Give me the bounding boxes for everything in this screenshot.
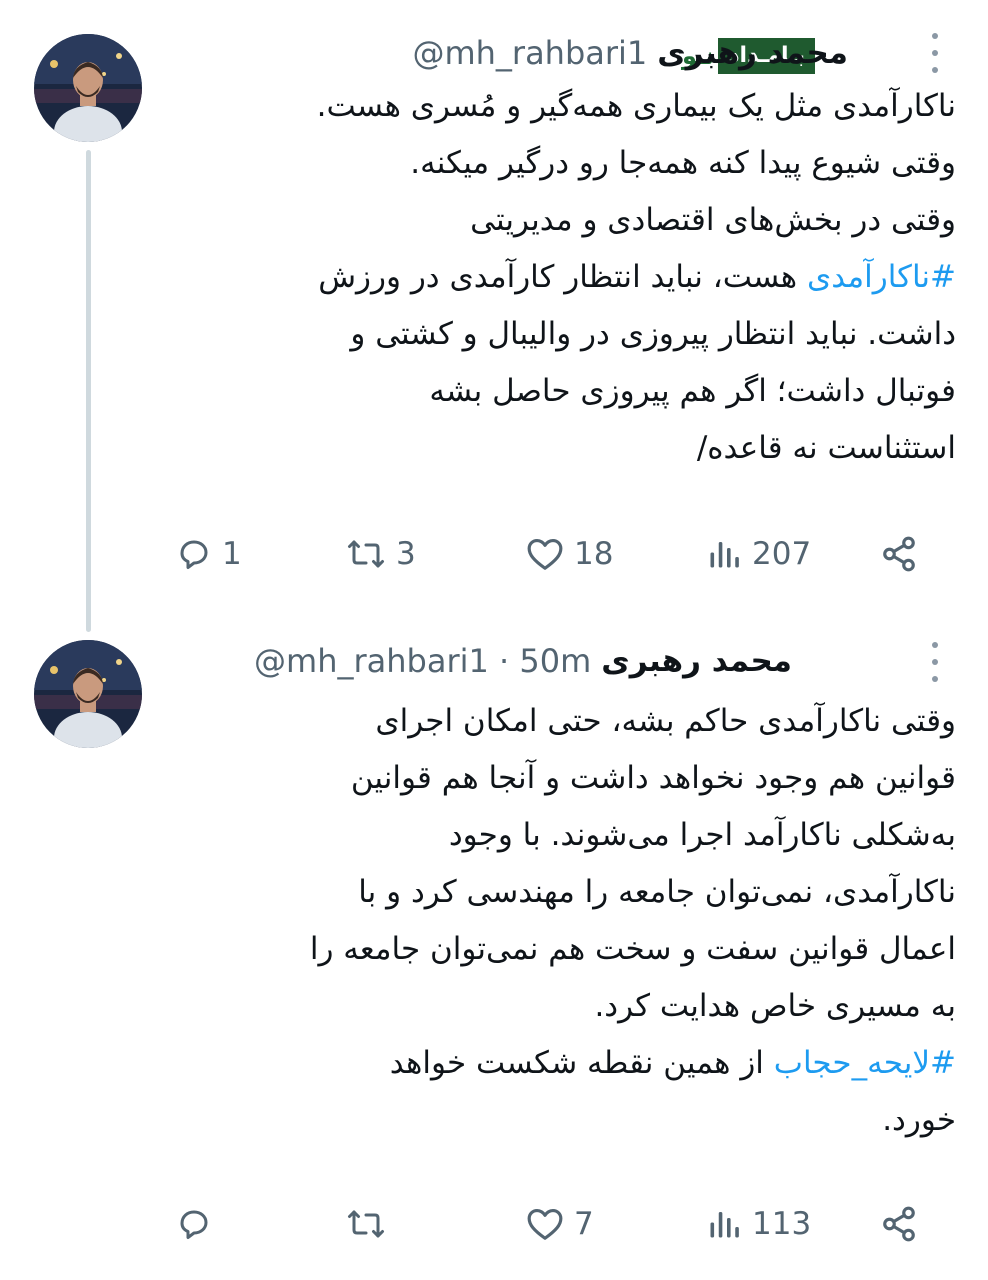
tweet-line: ناکارآمدی، نمی‌توان جامعه را مهندسی کرد … (358, 874, 956, 910)
tweet-line-with-hashtag: #لایحه_حجاب از همین نقطه شکست خواهد (168, 1035, 956, 1092)
more-icon[interactable] (926, 33, 944, 73)
reply-icon (180, 1210, 208, 1239)
views-count: 113 (752, 1206, 812, 1242)
like-count: 18 (574, 536, 614, 572)
avatar[interactable] (34, 640, 142, 748)
tweet-actions: 7 113 (172, 1194, 932, 1254)
hashtag-link[interactable]: #لایحه_حجاب (774, 1045, 956, 1081)
retweet-icon (348, 1210, 384, 1238)
tweet-actions: 1 3 18 207 (172, 524, 932, 584)
tweet-line-rest: هست، نباید انتظار کارآمدی در ورزش (318, 259, 808, 295)
views-icon (710, 542, 739, 568)
tweet-line-rest: از همین نقطه شکست خواهد (389, 1045, 774, 1081)
author-handle-and-time[interactable]: @mh_rahbari1 · 50m (254, 642, 591, 680)
like-count: 7 (574, 1206, 594, 1242)
author-name[interactable]: محمد رهبری (601, 643, 792, 679)
avatar[interactable] (34, 34, 142, 142)
more-icon[interactable] (926, 642, 944, 682)
reply-button[interactable]: 1 (176, 524, 242, 584)
views-count: 207 (752, 536, 812, 572)
tweet-line: قوانین هم وجود نخواهد داشت و آنجا هم قوا… (350, 760, 956, 796)
tweet-line: وقتی شیوع پیدا کنه همه‌جا رو درگیر میکنه… (410, 145, 956, 181)
tweet-header: محمد رهبری @mh_rahbari1 (412, 28, 848, 78)
tweet-line: وقتی ناکارآمدی حاکم بشه، حتی امکان اجرای (375, 703, 956, 739)
like-button[interactable]: 7 (526, 1194, 594, 1254)
tweet-text: وقتی ناکارآمدی حاکم بشه، حتی امکان اجرای… (168, 693, 956, 1149)
tweet-line: ناکارآمدی مثل یک بیماری همه‌گیر و مُسری … (316, 88, 956, 124)
tweet-header: محمد رهبری @mh_rahbari1 · 50m (254, 636, 792, 686)
tweet-line: فوتبال داشت؛ اگر هم پیروزی حاصل بشه (429, 373, 956, 409)
tweet-line: استثناست نه قاعده/ (696, 430, 956, 466)
reply-button[interactable] (176, 1194, 222, 1254)
thread-connector-line (86, 150, 91, 632)
author-name[interactable]: محمد رهبری (657, 35, 848, 71)
author-handle[interactable]: @mh_rahbari1 (412, 34, 647, 72)
views-button[interactable]: 207 (706, 524, 811, 584)
tweet-line: به مسیری خاص هدایت کرد. (594, 988, 956, 1024)
hashtag-link[interactable]: #ناکارآمدی (807, 259, 956, 295)
share-button[interactable] (880, 524, 918, 584)
heart-icon (527, 538, 563, 570)
share-icon (883, 536, 915, 572)
tweet-line: خورد. (882, 1102, 956, 1138)
retweet-count: 3 (396, 536, 416, 572)
reply-icon (180, 540, 208, 569)
retweet-button[interactable] (346, 1194, 396, 1254)
share-button[interactable] (880, 1194, 918, 1254)
tweet-line: به‌شکلی ناکارآمد اجرا می‌شوند. با وجود (448, 817, 956, 853)
tweet-line: داشت. نباید انتظار پیروزی در والیبال و ک… (350, 316, 956, 352)
views-button[interactable]: 113 (706, 1194, 811, 1254)
tweet-line: وقتی در بخش‌های اقتصادی و مدیریتی (470, 202, 956, 238)
tweet-line: اعمال قوانین سفت و سخت هم نمی‌توان جامعه… (309, 931, 956, 967)
tweet-line-with-hashtag: #ناکارآمدی هست، نباید انتظار کارآمدی در … (168, 249, 956, 306)
like-button[interactable]: 18 (526, 524, 613, 584)
retweet-icon (348, 540, 384, 568)
tweet-text: ناکارآمدی مثل یک بیماری همه‌گیر و مُسری … (168, 78, 956, 477)
share-icon (883, 1206, 915, 1242)
heart-icon (527, 1208, 563, 1240)
retweet-button[interactable]: 3 (346, 524, 416, 584)
views-icon (710, 1212, 739, 1238)
reply-count: 1 (222, 536, 242, 572)
